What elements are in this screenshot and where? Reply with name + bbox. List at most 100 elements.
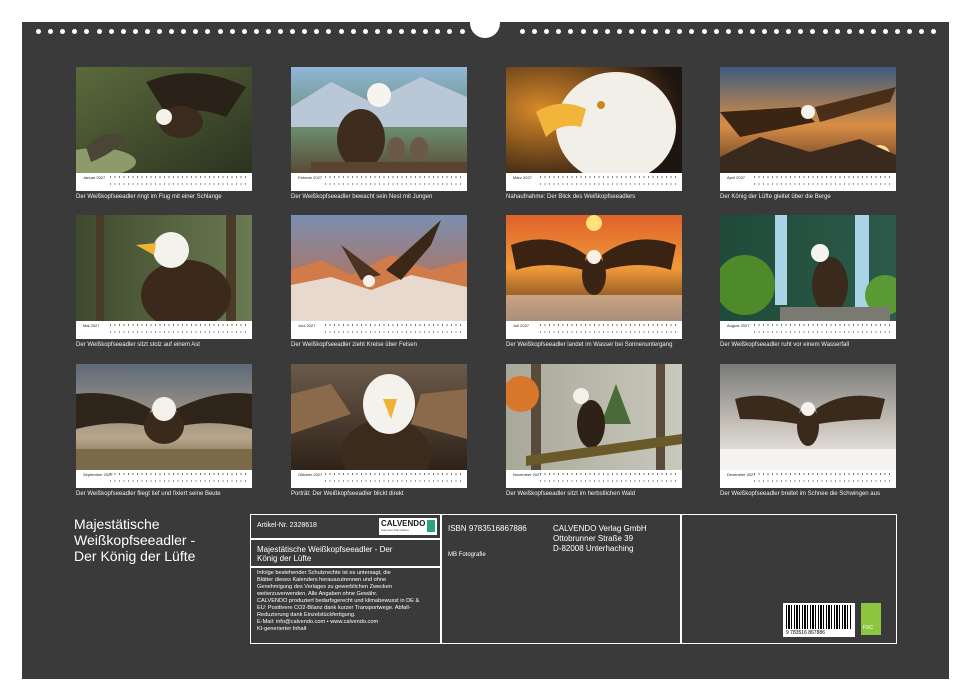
legal-notice: Infolge bestehender Schutzrechte ist es … (257, 570, 437, 633)
photo-caption: Der Weißkopfseeadler ruht vor einem Wass… (720, 342, 850, 348)
binding-hole (386, 29, 392, 34)
binding-hole (846, 29, 852, 34)
binding-hole (278, 29, 283, 34)
calendar-grid: Juli 2027 (506, 321, 682, 339)
divider (251, 566, 440, 568)
legal-line: Genehmigung des Verlages zu gewerblichen… (257, 584, 392, 590)
binding-hole (858, 29, 864, 34)
month-tile-october: Oktober 2027 Porträt: Der Weißkopfseeadl… (291, 364, 467, 497)
barcode-number: 9 783516 867886 (786, 630, 825, 636)
binding-hole (411, 29, 417, 34)
month-label: April 2027 (727, 175, 746, 180)
binding-hole (265, 29, 271, 34)
month-tile-november: November 2027 Der Weißkopfseeadler sitzt… (506, 364, 682, 497)
binding-hole (423, 29, 429, 34)
binding-hole (653, 29, 659, 34)
binding-hole (737, 29, 743, 34)
calendar-grid: September 2027 (76, 470, 252, 488)
address-line: CALVENDO Verlag GmbH (553, 524, 647, 533)
title-line: Weißkopfseeadler - (74, 532, 196, 548)
calendar-grid: Dezember 2027 (720, 470, 896, 488)
month-label: November 2027 (513, 472, 542, 477)
binding-hole (580, 29, 586, 34)
binding-hole (253, 29, 259, 34)
photo-caption: Nahaufnahme: Der Blick des Weißkopfseead… (506, 194, 636, 200)
binding-hole (72, 29, 78, 34)
calendar-subtitle: Majestätische Weißkopfseeadler - Der Kön… (257, 545, 392, 563)
article-number: Artikel-Nr. 2328618 (257, 522, 317, 529)
calendar-grid: August 2027 (720, 321, 896, 339)
month-tile-march: März 2027 Nahaufnahme: Der Blick des Wei… (506, 67, 682, 200)
author-credit: MB Fotografie (448, 552, 486, 558)
photo-eagle-autumn-forest (506, 364, 682, 470)
binding-hole (592, 29, 598, 34)
binding-hole (677, 29, 683, 34)
divider (680, 515, 682, 643)
binding-hole (374, 29, 380, 34)
legal-line: Blätter dieses Kalenders herauszutrennen… (257, 577, 387, 583)
legal-line: Infolge bestehender Schutzrechte ist es … (257, 570, 391, 576)
binding-hole (568, 29, 574, 34)
photo-caption: Der Weißkopfseeadler bewacht sein Nest m… (291, 194, 433, 200)
address-line: D-82008 Unterhaching (553, 544, 634, 553)
binding-hole (169, 29, 175, 34)
month-tile-january: Januar 2027 Der Weißkopfseeadler ringt i… (76, 67, 252, 200)
legal-line: Reduzierung dank Einzelstückfertigung. (257, 612, 356, 618)
binding-hole (338, 29, 344, 34)
binding-hole (36, 29, 41, 34)
publisher-info-box: Artikel-Nr. 2328618 CALVENDO Kalender-Ma… (250, 514, 897, 644)
binding-hole (314, 29, 320, 34)
month-label: Juni 2027 (298, 323, 316, 328)
subtitle-line: Majestätische Weißkopfseeadler - Der (257, 545, 393, 554)
calendar-title: Majestätische Weißkopfseeadler - Der Kön… (74, 516, 195, 564)
calendar-grid: Mai 2027 (76, 321, 252, 339)
binding-hole (217, 29, 223, 34)
binding-hole (798, 29, 804, 34)
publisher-address: CALVENDO Verlag GmbH Ottobrunner Straße … (553, 524, 647, 554)
binding-hole (132, 29, 138, 34)
legal-line: KI-generierter Inhalt (257, 626, 307, 632)
binding-hole (205, 29, 211, 34)
binding-hole (665, 29, 671, 34)
binding-hole (616, 29, 622, 34)
month-label: Januar 2027 (83, 175, 106, 180)
legal-line: E-Mail: info@calvendo.com • www.calvendo… (257, 619, 379, 625)
photo-caption: Der Weißkopfseeadler breitet im Schnee d… (720, 491, 880, 497)
photo-eagle-closeup (506, 67, 682, 173)
binding-hole (544, 29, 550, 34)
divider (251, 538, 440, 540)
photo-eagle-branch (76, 215, 252, 321)
binding-hole (241, 29, 247, 34)
month-tile-april: April 2027 Der König der Lüfte gleitet ü… (720, 67, 896, 200)
binding-hole (907, 29, 913, 34)
binding-hole (895, 29, 901, 34)
calendar-grid: Februar 2027 (291, 173, 467, 191)
subtitle-line: König der Lüfte (257, 554, 312, 563)
month-label: März 2027 (513, 175, 532, 180)
binding-hole (919, 29, 925, 34)
barcode-bars (786, 605, 852, 629)
month-label: Mai 2027 (83, 323, 100, 328)
legal-line: CALVENDO produziert bedarfsgerecht und k… (257, 598, 420, 604)
binding-hole (120, 29, 126, 34)
binding-hole (870, 29, 876, 34)
divider (440, 515, 442, 643)
binding-hole (701, 29, 707, 34)
binding-hole (604, 29, 610, 34)
photo-caption: Der Weißkopfseeadler sitzt im herbstlich… (506, 491, 636, 497)
binding-hole (229, 29, 235, 34)
photo-caption: Der Weißkopfseeadler landet im Wasser be… (506, 342, 673, 348)
binding-hole (399, 29, 404, 34)
binding-hole (931, 29, 937, 34)
binding-hole (641, 29, 646, 34)
month-tile-may: Mai 2027 Der Weißkopfseeadler sitzt stol… (76, 215, 252, 348)
calvendo-logo: CALVENDO Kalender-Manufaktur (379, 518, 437, 535)
month-tile-february: Februar 2027 Der Weißkopfseeadler bewach… (291, 67, 467, 200)
binding-hole (447, 29, 453, 34)
calendar-grid: November 2027 (506, 470, 682, 488)
binding-hole (822, 29, 828, 34)
address-line: Ottobrunner Straße 39 (553, 534, 634, 543)
month-tile-september: September 2027 Der Weißkopfseeadler flie… (76, 364, 252, 497)
binding-hole (290, 29, 296, 34)
month-label: Dezember 2027 (727, 472, 756, 477)
